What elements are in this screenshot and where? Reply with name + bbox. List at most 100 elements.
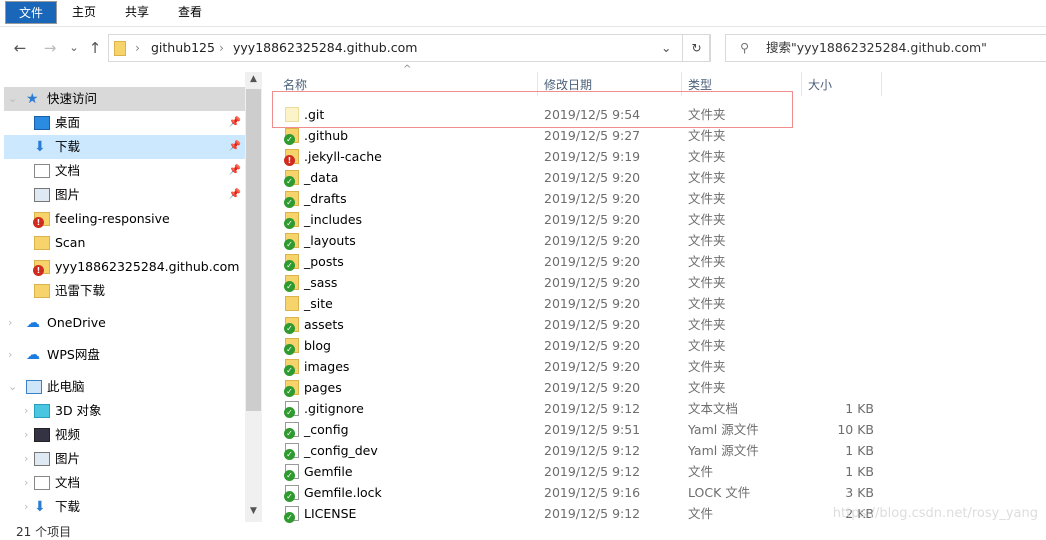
folder-icon: ✓: [284, 233, 299, 250]
expand-chevron-icon[interactable]: ›: [24, 423, 28, 447]
expand-chevron-icon[interactable]: ⌄: [8, 375, 17, 399]
file-name: _includes: [304, 212, 363, 227]
git-error-icon: !: [284, 155, 295, 166]
file-row[interactable]: ✓ _posts 2019/12/5 9:20 文件夹: [272, 251, 922, 272]
git-synced-icon: ✓: [284, 323, 295, 334]
column-divider[interactable]: [881, 72, 882, 96]
file-row[interactable]: ✓ Gemfile 2019/12/5 9:12 文件 1 KB: [272, 461, 922, 482]
file-row[interactable]: ✓ _drafts 2019/12/5 9:20 文件夹: [272, 188, 922, 209]
column-header-size[interactable]: 大小: [808, 74, 832, 96]
sidebar-item[interactable]: › ⬇ 下载: [4, 495, 245, 519]
file-row[interactable]: ✓ _data 2019/12/5 9:20 文件夹: [272, 167, 922, 188]
breadcrumb-current[interactable]: yyy18862325284.github.com: [233, 35, 417, 61]
file-name: _site: [304, 296, 333, 311]
sidebar-item[interactable]: Scan: [4, 231, 245, 255]
document-icon: [34, 164, 50, 178]
sidebar-item[interactable]: 文档 📌: [4, 159, 245, 183]
file-row[interactable]: ✓ .github 2019/12/5 9:27 文件夹: [272, 125, 922, 146]
expand-chevron-icon[interactable]: ›: [24, 495, 28, 519]
file-row[interactable]: ✓ .gitignore 2019/12/5 9:12 文本文档 1 KB: [272, 398, 922, 419]
sidebar-item[interactable]: 迅雷下载: [4, 279, 245, 303]
search-input[interactable]: ⚲ 搜索"yyy18862325284.github.com": [725, 34, 1046, 62]
breadcrumb-separator[interactable]: ›: [219, 35, 224, 61]
file-date: 2019/12/5 9:51: [544, 422, 641, 437]
tab-file[interactable]: 文件: [5, 1, 57, 24]
pin-icon[interactable]: 📌: [229, 183, 241, 207]
cube-icon: [34, 404, 50, 418]
file-row[interactable]: ✓ images 2019/12/5 9:20 文件夹: [272, 356, 922, 377]
back-button[interactable]: ←: [10, 34, 30, 62]
git-synced-icon: ✓: [284, 449, 295, 460]
sidebar-item[interactable]: ! feeling-responsive: [4, 207, 245, 231]
sidebar-item[interactable]: › 文档: [4, 471, 245, 495]
file-row[interactable]: ✓ _layouts 2019/12/5 9:20 文件夹: [272, 230, 922, 251]
scroll-down-arrow[interactable]: ▼: [245, 506, 262, 516]
expand-chevron-icon[interactable]: ›: [8, 343, 12, 367]
refresh-button[interactable]: ↻: [682, 34, 711, 62]
up-button[interactable]: ↑: [85, 34, 105, 62]
file-row[interactable]: ✓ _config 2019/12/5 9:51 Yaml 源文件 10 KB: [272, 419, 922, 440]
file-row[interactable]: ✓ Gemfile.lock 2019/12/5 9:16 LOCK 文件 3 KB: [272, 482, 922, 503]
sidebar-item[interactable]: ! yyy18862325284.github.com: [4, 255, 245, 279]
file-date: 2019/12/5 9:20: [544, 359, 641, 374]
sidebar-item[interactable]: › 3D 对象: [4, 399, 245, 423]
file-row[interactable]: ✓ pages 2019/12/5 9:20 文件夹: [272, 377, 922, 398]
file-name: _posts: [304, 254, 344, 269]
file-date: 2019/12/5 9:16: [544, 485, 641, 500]
file-row[interactable]: ! .jekyll-cache 2019/12/5 9:19 文件夹: [272, 146, 922, 167]
pin-icon[interactable]: 📌: [229, 111, 241, 135]
expand-chevron-icon[interactable]: ⌄: [8, 87, 17, 111]
sidebar-item[interactable]: › ☁ OneDrive: [4, 311, 245, 335]
sidebar-item[interactable]: › 图片: [4, 447, 245, 471]
sidebar-item[interactable]: ⌄ 此电脑: [4, 375, 245, 399]
sidebar-scrollbar[interactable]: ▲ ▼: [245, 72, 262, 522]
pin-icon[interactable]: 📌: [229, 159, 241, 183]
expand-chevron-icon[interactable]: ›: [24, 399, 28, 423]
sidebar-item-label: 文档: [55, 163, 81, 178]
file-row[interactable]: ✓ LICENSE 2019/12/5 9:12 文件 2 KB: [272, 503, 922, 524]
folder-icon: ✓: [284, 254, 299, 271]
file-row[interactable]: _site 2019/12/5 9:20 文件夹: [272, 293, 922, 314]
column-divider[interactable]: [801, 72, 802, 96]
recent-locations-button[interactable]: ⌄: [64, 34, 84, 62]
sidebar-item[interactable]: › 视频: [4, 423, 245, 447]
expand-chevron-icon[interactable]: ›: [24, 471, 28, 495]
git-synced-icon: ✓: [284, 281, 295, 292]
sidebar-item[interactable]: 图片 📌: [4, 183, 245, 207]
git-synced-icon: ✓: [284, 386, 295, 397]
chevron-down-icon[interactable]: ⌄: [661, 35, 671, 61]
sidebar-item[interactable]: ⌄ ★ 快速访问: [4, 87, 245, 111]
file-date: 2019/12/5 9:20: [544, 191, 641, 206]
file-type: 文件夹: [688, 338, 726, 353]
file-date: 2019/12/5 9:27: [544, 128, 641, 143]
breadcrumb-separator[interactable]: ›: [135, 35, 140, 61]
file-row[interactable]: ✓ _config_dev 2019/12/5 9:12 Yaml 源文件 1 KB: [272, 440, 922, 461]
file-date: 2019/12/5 9:12: [544, 443, 641, 458]
address-bar[interactable]: › github125 › yyy18862325284.github.com …: [108, 34, 710, 62]
sidebar-item[interactable]: › ☁ WPS网盘: [4, 343, 245, 367]
tab-home[interactable]: 主页: [66, 1, 102, 24]
tab-view[interactable]: 查看: [172, 1, 208, 24]
scroll-up-arrow[interactable]: ▲: [245, 74, 262, 84]
file-row[interactable]: ✓ blog 2019/12/5 9:20 文件夹: [272, 335, 922, 356]
file-row[interactable]: ✓ _sass 2019/12/5 9:20 文件夹: [272, 272, 922, 293]
tab-share[interactable]: 共享: [118, 1, 156, 24]
file-name: images: [304, 359, 350, 374]
file-type: 文件夹: [688, 317, 726, 332]
expand-chevron-icon[interactable]: ›: [24, 447, 28, 471]
breadcrumb-github125[interactable]: github125: [151, 35, 215, 61]
file-row[interactable]: ✓ assets 2019/12/5 9:20 文件夹: [272, 314, 922, 335]
file-row[interactable]: ✓ _includes 2019/12/5 9:20 文件夹: [272, 209, 922, 230]
sidebar-item-label: 文档: [55, 475, 81, 490]
file-date: 2019/12/5 9:20: [544, 380, 641, 395]
file-icon: ✓: [284, 443, 299, 460]
sidebar-item[interactable]: ⬇ 下载 📌: [4, 135, 245, 159]
pin-icon[interactable]: 📌: [229, 135, 241, 159]
sidebar-item[interactable]: 桌面 📌: [4, 111, 245, 135]
forward-button[interactable]: →: [40, 34, 60, 62]
ribbon: 文件 主页 共享 查看: [0, 0, 1046, 27]
scrollbar-thumb[interactable]: [246, 89, 261, 411]
expand-chevron-icon[interactable]: ›: [8, 311, 12, 335]
file-date: 2019/12/5 9:20: [544, 296, 641, 311]
folder-icon: [285, 296, 299, 311]
